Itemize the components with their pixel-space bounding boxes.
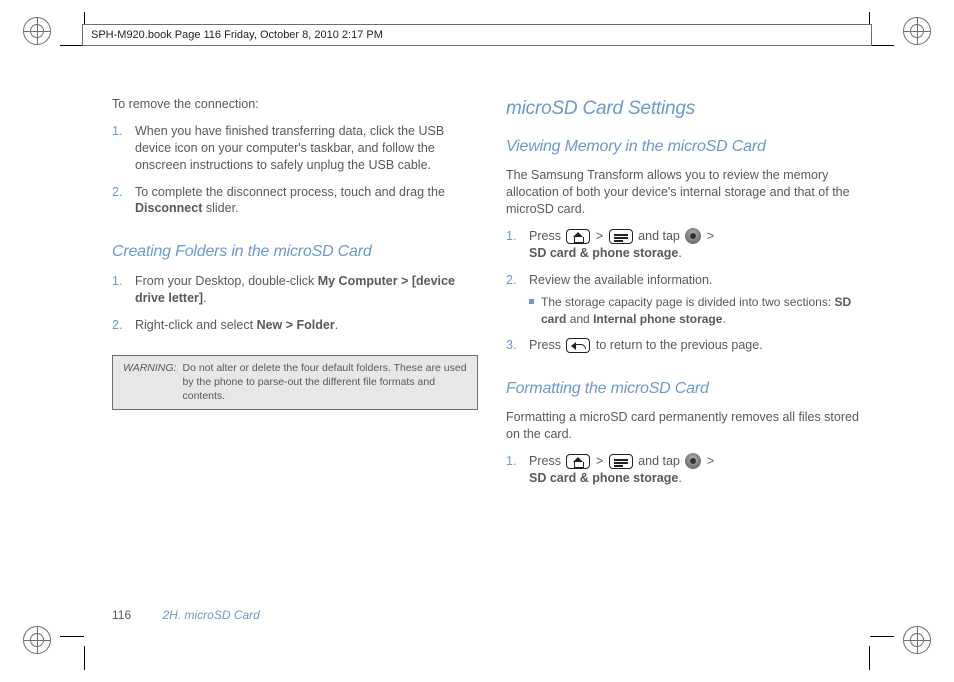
- page-content: To remove the connection: When you have …: [112, 96, 872, 600]
- creating-folders-heading: Creating Folders in the microSD Card: [112, 241, 478, 263]
- home-icon: [566, 454, 590, 469]
- registration-mark: [903, 626, 931, 654]
- left-column: To remove the connection: When you have …: [112, 96, 478, 600]
- settings-icon: [685, 228, 701, 244]
- warning-text: Do not alter or delete the four default …: [182, 362, 467, 403]
- menu-icon: [609, 229, 633, 244]
- remove-step-1: When you have finished transferring data…: [130, 123, 478, 174]
- folder-step-2: Right-click and select New > Folder.: [130, 317, 478, 334]
- remove-step-2: To complete the disconnect process, touc…: [130, 184, 478, 218]
- viewing-step-1: Press > and tap > SD card & phone storag…: [524, 228, 872, 262]
- viewing-lead: The Samsung Transform allows you to revi…: [506, 167, 872, 218]
- registration-mark: [23, 17, 51, 45]
- formatting-heading: Formatting the microSD Card: [506, 378, 872, 400]
- crop-mark: [869, 646, 870, 670]
- remove-connection-lead: To remove the connection:: [112, 96, 478, 113]
- folder-step-1: From your Desktop, double-click My Compu…: [130, 273, 478, 307]
- registration-mark: [23, 626, 51, 654]
- crop-mark: [84, 646, 85, 670]
- registration-mark: [903, 17, 931, 45]
- formatting-steps: Press > and tap > SD card & phone storag…: [506, 453, 872, 497]
- formatting-lead: Formatting a microSD card permanently re…: [506, 409, 872, 443]
- crop-mark: [870, 45, 894, 46]
- formatting-step-1: Press > and tap > SD card & phone storag…: [524, 453, 872, 487]
- viewing-step-2: Review the available information. The st…: [524, 272, 872, 327]
- viewing-steps: Press > and tap > SD card & phone storag…: [506, 228, 872, 364]
- folder-steps: From your Desktop, double-click My Compu…: [112, 273, 478, 344]
- page-number: 116: [112, 608, 131, 622]
- right-column: microSD Card Settings Viewing Memory in …: [506, 96, 872, 600]
- viewing-step-2-sub: The storage capacity page is divided int…: [529, 294, 872, 326]
- crop-mark: [60, 636, 84, 637]
- viewing-step-3: Press to return to the previous page.: [524, 337, 872, 354]
- book-header: SPH-M920.book Page 116 Friday, October 8…: [82, 24, 872, 46]
- microsd-settings-heading: microSD Card Settings: [506, 96, 872, 122]
- footer-section: 2H. microSD Card: [162, 608, 259, 622]
- menu-icon: [609, 454, 633, 469]
- page-footer: 116 2H. microSD Card: [112, 608, 260, 622]
- warning-label: WARNING:: [123, 362, 176, 403]
- settings-icon: [685, 453, 701, 469]
- crop-mark: [870, 636, 894, 637]
- crop-mark: [60, 45, 84, 46]
- home-icon: [566, 229, 590, 244]
- book-header-text: SPH-M920.book Page 116 Friday, October 8…: [91, 29, 383, 41]
- remove-connection-steps: When you have finished transferring data…: [112, 123, 478, 227]
- warning-box: WARNING: Do not alter or delete the four…: [112, 355, 478, 410]
- back-icon: [566, 338, 590, 353]
- viewing-memory-heading: Viewing Memory in the microSD Card: [506, 136, 872, 158]
